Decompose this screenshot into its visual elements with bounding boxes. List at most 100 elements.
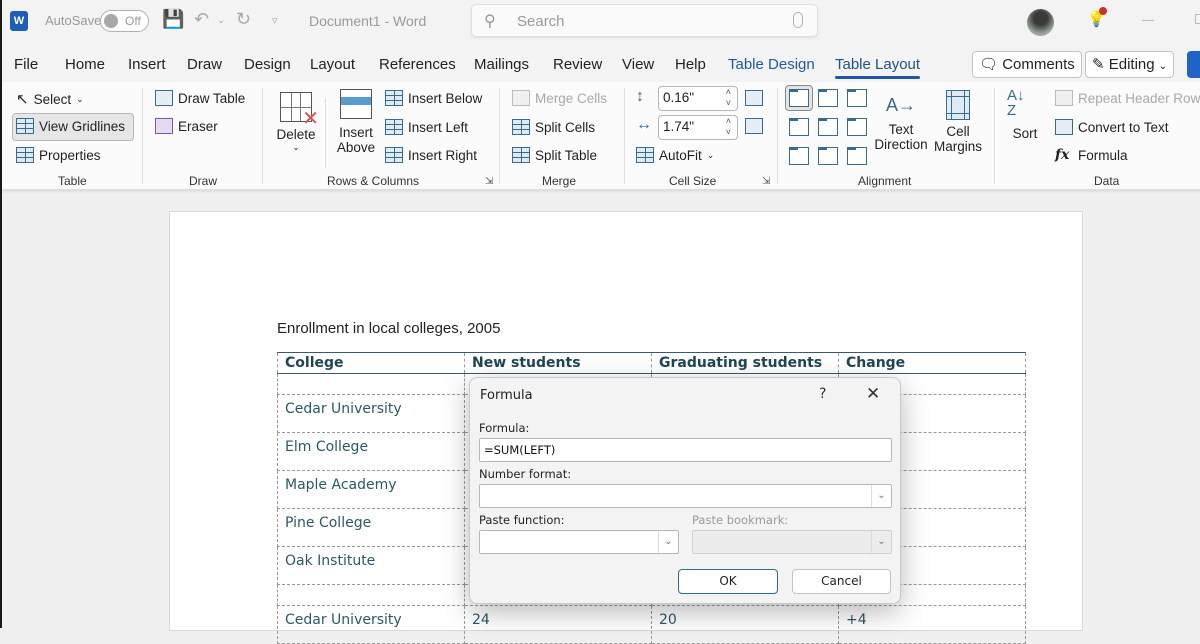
tab-design[interactable]: Design bbox=[244, 56, 291, 73]
insert-left-button[interactable]: Insert Left bbox=[385, 119, 468, 135]
table-cell[interactable]: Cedar University bbox=[277, 605, 465, 644]
cell-margins-label-2: Margins bbox=[933, 139, 982, 154]
cell-margins-icon bbox=[946, 90, 970, 120]
close-icon[interactable]: ✕ bbox=[866, 384, 880, 404]
column-header[interactable]: Change bbox=[838, 352, 1026, 374]
table-cell[interactable]: Maple Academy bbox=[277, 470, 465, 509]
column-header[interactable]: Graduating students bbox=[651, 352, 839, 374]
table-cell[interactable]: Cedar University bbox=[277, 394, 465, 433]
text-direction-button[interactable]: A→ Text Direction bbox=[872, 88, 930, 152]
cell-margins-button[interactable]: Cell Margins bbox=[932, 90, 984, 154]
tab-mailings[interactable]: Mailings bbox=[474, 56, 529, 73]
merge-cells-button[interactable]: Merge Cells bbox=[512, 90, 607, 106]
paste-bookmark-select[interactable]: ⌄ bbox=[692, 530, 892, 554]
tab-view[interactable]: View bbox=[622, 56, 654, 73]
properties-icon bbox=[16, 147, 34, 163]
align-top-right-icon[interactable] bbox=[847, 89, 867, 107]
split-cells-icon bbox=[512, 119, 530, 135]
tab-help[interactable]: Help bbox=[675, 56, 706, 73]
search-box[interactable]: ⚲ Search bbox=[471, 4, 818, 37]
spinner-arrows[interactable]: ˄ ˅ bbox=[726, 116, 731, 138]
table-cell[interactable] bbox=[277, 584, 465, 606]
maximize-button[interactable] bbox=[1195, 14, 1200, 24]
share-button[interactable] bbox=[1187, 51, 1200, 78]
tab-table-design[interactable]: Table Design bbox=[728, 56, 815, 73]
row-height-input[interactable]: 0.16" ˄ ˅ bbox=[658, 86, 738, 111]
tab-draw[interactable]: Draw bbox=[187, 56, 222, 73]
microphone-icon[interactable] bbox=[793, 12, 803, 28]
align-bottom-left-icon[interactable] bbox=[789, 147, 809, 165]
distribute-rows-icon[interactable] bbox=[745, 90, 763, 106]
table-cell[interactable]: Pine College bbox=[277, 508, 465, 547]
tab-home[interactable]: Home bbox=[65, 56, 105, 73]
autosave-toggle[interactable]: Off bbox=[100, 10, 149, 32]
distribute-columns-icon[interactable] bbox=[745, 118, 763, 134]
select-button[interactable]: ↖ Select ⌄ bbox=[16, 90, 84, 108]
repeat-header-rows-button[interactable]: Repeat Header Rows bbox=[1055, 90, 1200, 106]
autosave-state: Off bbox=[125, 14, 141, 28]
insert-below-button[interactable]: Insert Below bbox=[385, 90, 482, 106]
table-cell[interactable] bbox=[277, 373, 465, 395]
repeat-header-rows-icon bbox=[1055, 90, 1073, 106]
eraser-button[interactable]: Eraser bbox=[155, 118, 218, 134]
delete-button[interactable]: ✕ Delete ⌄ bbox=[275, 92, 319, 153]
undo-dropdown-icon[interactable]: ⌄ bbox=[217, 15, 225, 26]
tab-references[interactable]: References bbox=[379, 56, 456, 73]
align-center-right-icon[interactable] bbox=[847, 118, 867, 136]
align-center-left-icon[interactable] bbox=[789, 118, 809, 136]
undo-icon[interactable]: ↶ bbox=[194, 9, 209, 30]
align-center-icon[interactable] bbox=[818, 118, 838, 136]
group-label-table: Table bbox=[58, 174, 87, 188]
split-cells-button[interactable]: Split Cells bbox=[512, 119, 595, 135]
formula-input[interactable]: =SUM(LEFT) bbox=[479, 438, 892, 462]
insert-above-button[interactable]: Insert Above bbox=[334, 89, 378, 155]
paste-function-select[interactable]: ⌄ bbox=[479, 530, 679, 554]
autofit-button[interactable]: AutoFit ⌄ bbox=[636, 147, 714, 163]
tab-file[interactable]: File bbox=[14, 56, 38, 73]
insert-right-button[interactable]: Insert Right bbox=[385, 147, 477, 163]
user-avatar[interactable] bbox=[1027, 9, 1054, 36]
chevron-down-icon[interactable]: ⌄ bbox=[871, 531, 891, 553]
save-icon[interactable]: 💾 bbox=[162, 9, 184, 30]
view-gridlines-button[interactable]: View Gridlines bbox=[16, 118, 125, 134]
spinner-arrows[interactable]: ˄ ˅ bbox=[726, 87, 731, 109]
help-button[interactable]: ? bbox=[819, 386, 826, 402]
properties-button[interactable]: Properties bbox=[16, 147, 101, 163]
cancel-button[interactable]: Cancel bbox=[792, 569, 891, 594]
convert-to-text-label: Convert to Text bbox=[1078, 119, 1169, 135]
minimize-button[interactable] bbox=[1142, 20, 1154, 21]
tab-table-layout[interactable]: Table Layout bbox=[835, 56, 921, 79]
tab-insert[interactable]: Insert bbox=[128, 56, 166, 73]
table-cell[interactable]: Elm College bbox=[277, 432, 465, 471]
column-header[interactable]: College bbox=[277, 352, 465, 374]
align-top-center-icon[interactable] bbox=[818, 89, 838, 107]
convert-to-text-button[interactable]: Convert to Text bbox=[1055, 119, 1169, 135]
number-format-select[interactable]: ⌄ bbox=[479, 484, 892, 508]
comments-button[interactable]: 🗨 Comments bbox=[972, 51, 1082, 78]
editing-mode-button[interactable]: ✎ Editing ⌄ bbox=[1085, 51, 1175, 78]
table-cell[interactable]: 24 bbox=[464, 605, 652, 644]
sort-button[interactable]: A↓ Z Sort bbox=[1007, 88, 1043, 141]
chevron-down-icon[interactable]: ⌄ bbox=[871, 485, 891, 507]
tab-layout[interactable]: Layout bbox=[310, 56, 355, 73]
draw-table-button[interactable]: Draw Table bbox=[155, 90, 245, 106]
tab-review[interactable]: Review bbox=[553, 56, 602, 73]
table-cell[interactable]: Oak Institute bbox=[277, 546, 465, 585]
align-top-left-icon[interactable] bbox=[789, 89, 809, 107]
split-table-button[interactable]: Split Table bbox=[512, 147, 597, 163]
table-caption[interactable]: Enrollment in local colleges, 2005 bbox=[277, 320, 500, 337]
table-cell[interactable]: 20 bbox=[651, 605, 839, 644]
dialog-launcher-icon[interactable]: ⇲ bbox=[485, 176, 493, 187]
dialog-launcher-icon[interactable]: ⇲ bbox=[762, 176, 770, 187]
align-bottom-center-icon[interactable] bbox=[818, 147, 838, 165]
text-direction-label-1: Text bbox=[888, 122, 914, 137]
chevron-down-icon[interactable]: ⌄ bbox=[658, 531, 678, 553]
align-bottom-right-icon[interactable] bbox=[847, 147, 867, 165]
ok-button[interactable]: OK bbox=[678, 569, 778, 594]
formula-button[interactable]: fx Formula bbox=[1055, 147, 1128, 163]
table-cell[interactable]: +4 bbox=[838, 605, 1026, 644]
customize-toolbar-icon[interactable]: ▿ bbox=[272, 14, 278, 27]
column-width-input[interactable]: 1.74" ˄ ˅ bbox=[658, 115, 738, 140]
redo-icon[interactable]: ↻ bbox=[236, 9, 251, 30]
column-header[interactable]: New students bbox=[464, 352, 652, 374]
